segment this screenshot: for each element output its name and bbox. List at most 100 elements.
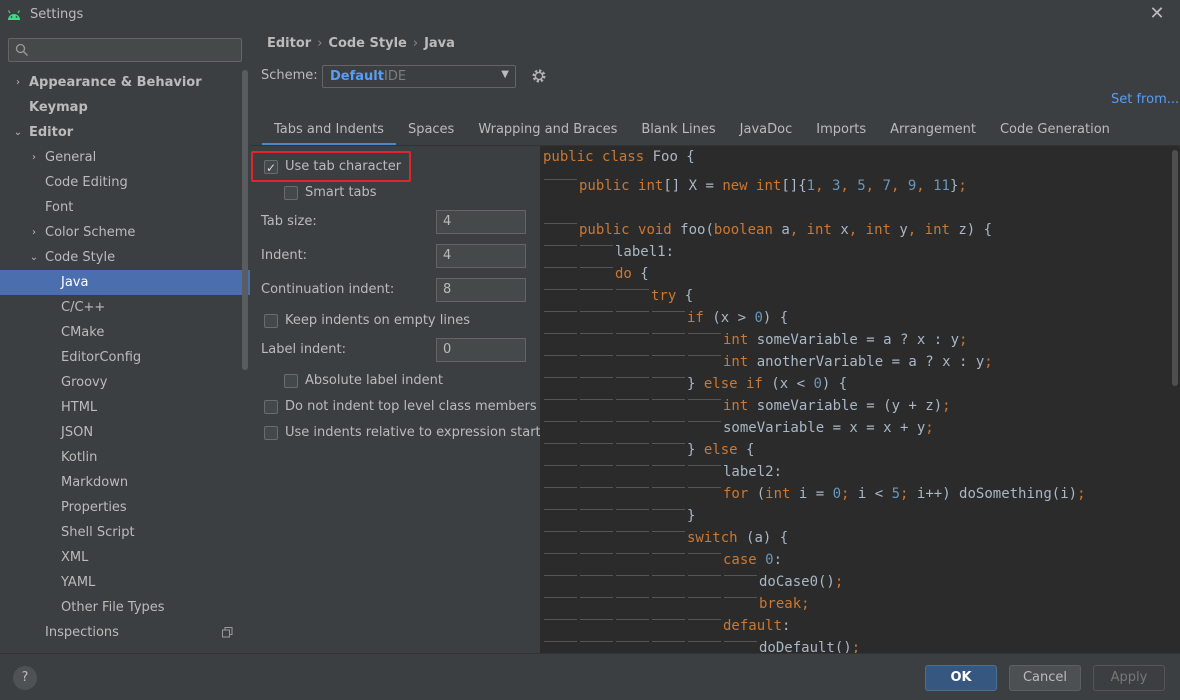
tab[interactable]: Imports xyxy=(804,118,878,146)
tab-marker xyxy=(579,454,615,476)
continuation-indent-label: Continuation indent: xyxy=(261,282,395,297)
tab-marker xyxy=(723,586,759,608)
sidebar-item[interactable]: ⌄ Code Style xyxy=(0,245,250,270)
code-token: 0 xyxy=(832,486,842,502)
tab[interactable]: Blank Lines xyxy=(629,118,727,146)
tab[interactable]: Tabs and Indents xyxy=(262,118,396,146)
chevron-right-icon[interactable]: › xyxy=(12,70,24,95)
sidebar-item[interactable]: Kotlin xyxy=(0,445,250,470)
chevron-right-icon[interactable]: › xyxy=(28,220,40,245)
scheme-dropdown[interactable]: Default IDE ▼ xyxy=(322,65,516,88)
code-token: 5 xyxy=(857,178,866,194)
tab-marker xyxy=(615,520,651,542)
code-scrollbar[interactable] xyxy=(1170,146,1180,653)
code-token: ; xyxy=(925,420,934,436)
chevron-right-icon[interactable]: › xyxy=(28,145,40,170)
tab-marker xyxy=(543,234,579,256)
code-token: , xyxy=(907,222,925,238)
sidebar-item[interactable]: › Color Scheme xyxy=(0,220,250,245)
sidebar-scrollbar[interactable] xyxy=(242,70,248,370)
tab-marker xyxy=(651,586,687,608)
sidebar-item[interactable]: › Appearance & Behavior xyxy=(0,70,250,95)
tab-marker xyxy=(543,410,579,432)
tab-marker xyxy=(543,564,579,586)
sidebar-item-label: Inspections xyxy=(45,625,119,640)
tab[interactable]: Wrapping and Braces xyxy=(466,118,629,146)
sidebar-item[interactable]: JSON xyxy=(0,420,250,445)
breadcrumb-item: Java xyxy=(424,36,455,51)
sidebar-item[interactable]: › General xyxy=(0,145,250,170)
sidebar-item[interactable]: Keymap xyxy=(0,95,250,120)
scrollbar-thumb[interactable] xyxy=(1172,150,1178,386)
checkbox-box xyxy=(264,158,278,178)
tab-size-label: Tab size: xyxy=(261,214,317,229)
label-indent-field[interactable]: 0 xyxy=(436,338,526,362)
sidebar-item[interactable]: Properties xyxy=(0,495,250,520)
chevron-down-icon[interactable]: ⌄ xyxy=(28,245,40,270)
sidebar-item[interactable]: Inspections xyxy=(0,620,250,645)
sidebar-item[interactable]: XML xyxy=(0,545,250,570)
code-line: } xyxy=(543,498,695,524)
tab[interactable]: Spaces xyxy=(396,118,466,146)
sidebar-item[interactable]: HTML xyxy=(0,395,250,420)
code-line: for (int i = 0; i < 5; i++) doSomething(… xyxy=(543,476,1086,502)
window-title: Settings xyxy=(30,7,84,22)
code-token: , xyxy=(840,178,858,194)
code-line: int someVariable = (y + z); xyxy=(543,388,951,414)
tab-marker xyxy=(579,366,615,388)
sidebar-item[interactable]: Font xyxy=(0,195,250,220)
tab-marker xyxy=(687,410,723,432)
sidebar-item-label: C/C++ xyxy=(61,300,106,315)
code-token: , xyxy=(890,178,908,194)
title-bar: Settings ✕ xyxy=(0,0,1180,30)
tab-marker xyxy=(579,388,615,410)
sidebar-item-label: CMake xyxy=(61,325,105,340)
indent-field[interactable]: 4 xyxy=(436,244,526,268)
sidebar-item-label: General xyxy=(45,150,97,165)
set-from-link[interactable]: Set from... xyxy=(1111,92,1179,107)
sidebar-item[interactable]: ⌄ Editor xyxy=(0,120,250,145)
continuation-indent-field[interactable]: 8 xyxy=(436,278,526,302)
sidebar-item[interactable]: Markdown xyxy=(0,470,250,495)
code-token: 11 xyxy=(933,178,950,194)
code-token: i = xyxy=(798,486,833,502)
sidebar-item[interactable]: Java xyxy=(0,270,250,295)
sidebar-item[interactable]: Shell Script xyxy=(0,520,250,545)
cancel-button[interactable]: Cancel xyxy=(1009,665,1081,691)
tab-marker xyxy=(651,322,687,344)
scheme-value: Default xyxy=(330,69,384,84)
sidebar-item[interactable]: C/C++ xyxy=(0,295,250,320)
sidebar-item[interactable]: Other File Types xyxy=(0,595,250,620)
code-token: ; xyxy=(841,486,858,502)
tab-marker xyxy=(651,454,687,476)
tab[interactable]: Code Generation xyxy=(988,118,1122,146)
tab-marker xyxy=(543,520,579,542)
tab-marker xyxy=(615,542,651,564)
code-token: ; xyxy=(900,486,917,502)
sidebar-item[interactable]: CMake xyxy=(0,320,250,345)
tab-size-field[interactable]: 4 xyxy=(436,210,526,234)
code-token: foo( xyxy=(680,222,714,238)
close-icon[interactable]: ✕ xyxy=(1148,5,1166,23)
ok-button[interactable]: OK xyxy=(925,665,997,691)
tab[interactable]: JavaDoc xyxy=(728,118,805,146)
tab[interactable]: Arrangement xyxy=(878,118,988,146)
gear-icon[interactable] xyxy=(531,68,547,84)
sidebar-item[interactable]: Groovy xyxy=(0,370,250,395)
apply-button[interactable]: Apply xyxy=(1093,665,1165,691)
tab-marker xyxy=(651,520,687,542)
sidebar-item[interactable]: Code Editing xyxy=(0,170,250,195)
sidebar-item[interactable]: YAML xyxy=(0,570,250,595)
tab-marker xyxy=(543,476,579,498)
code-token: int xyxy=(924,222,959,238)
help-button[interactable]: ? xyxy=(13,666,37,690)
tab-marker xyxy=(579,256,615,278)
chevron-down-icon[interactable]: ⌄ xyxy=(12,120,24,145)
tab-marker xyxy=(543,366,579,388)
tab-marker xyxy=(687,344,723,366)
code-token: int xyxy=(765,486,799,502)
search-input[interactable] xyxy=(8,38,242,62)
tab-marker xyxy=(579,630,615,652)
settings-sidebar: › Appearance & Behavior Keymap ⌄ Editor › Gene… xyxy=(0,30,250,653)
sidebar-item[interactable]: EditorConfig xyxy=(0,345,250,370)
